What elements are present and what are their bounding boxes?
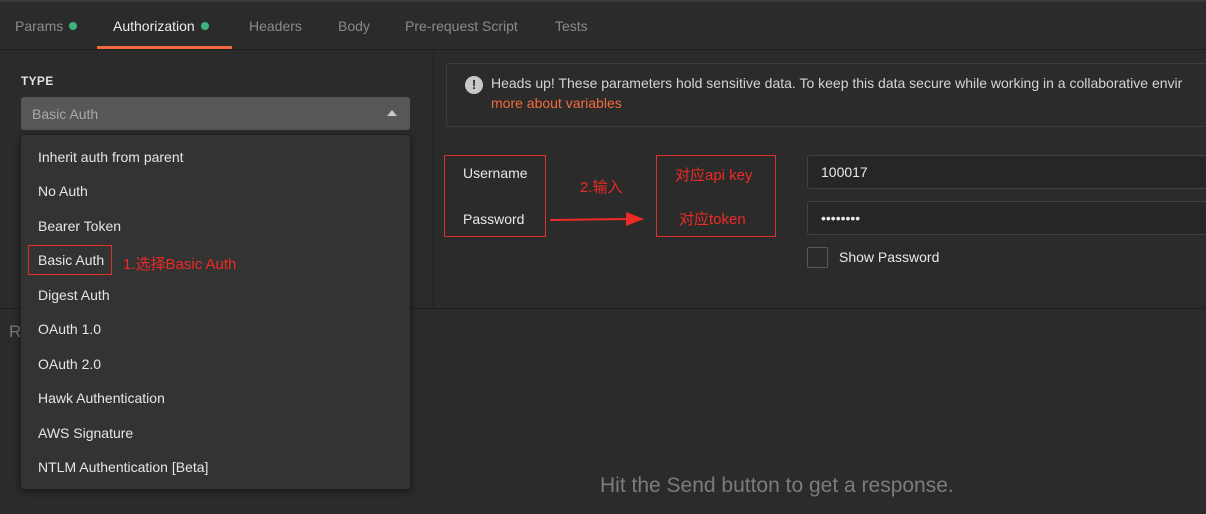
auth-option-digest-auth[interactable]: Digest Auth bbox=[38, 287, 110, 303]
step1-annotation: 1.选择Basic Auth bbox=[123, 256, 237, 273]
alert-message: Heads up! These parameters hold sensitiv… bbox=[491, 75, 1183, 91]
tab-tests-label: Tests bbox=[555, 18, 588, 34]
tab-bar-top-border bbox=[0, 0, 1206, 2]
send-hint: Hit the Send button to get a response. bbox=[600, 474, 954, 497]
auth-type-select[interactable]: Basic Auth bbox=[21, 97, 410, 130]
auth-option-oauth2[interactable]: OAuth 2.0 bbox=[38, 356, 101, 372]
tab-params[interactable]: Params bbox=[15, 18, 78, 42]
tab-authorization-label: Authorization bbox=[113, 18, 195, 34]
auth-option-hawk[interactable]: Hawk Authentication bbox=[38, 390, 165, 406]
authorization-status-dot bbox=[200, 22, 209, 30]
auth-option-inherit[interactable]: Inherit auth from parent bbox=[38, 149, 184, 165]
step2-annotation: 2.输入 bbox=[580, 179, 623, 196]
sensitive-data-alert: ! Heads up! These parameters hold sensit… bbox=[446, 63, 1206, 127]
credentials-mapping-box: 对应api key 对应token bbox=[656, 155, 776, 237]
password-input[interactable] bbox=[807, 201, 1206, 235]
credentials-labels-highlight bbox=[444, 155, 546, 237]
api-key-annotation: 对应api key bbox=[675, 167, 753, 184]
tab-authorization[interactable]: Authorization bbox=[113, 18, 209, 42]
active-tab-indicator bbox=[97, 46, 232, 49]
username-input[interactable] bbox=[807, 155, 1206, 189]
auth-option-aws-signature[interactable]: AWS Signature bbox=[38, 425, 133, 441]
response-label: R bbox=[9, 322, 22, 341]
auth-type-selected-value: Basic Auth bbox=[32, 106, 99, 122]
arrow-right-icon bbox=[549, 212, 644, 226]
show-password-label: Show Password bbox=[839, 249, 940, 265]
auth-option-bearer-token[interactable]: Bearer Token bbox=[38, 218, 121, 234]
basic-auth-highlight bbox=[28, 245, 112, 275]
params-status-dot bbox=[69, 22, 78, 30]
caret-up-icon bbox=[387, 110, 397, 116]
exclamation-icon: ! bbox=[465, 76, 483, 94]
auth-option-oauth1[interactable]: OAuth 1.0 bbox=[38, 321, 101, 337]
tab-pre-request-script[interactable]: Pre-request Script bbox=[405, 18, 518, 42]
variables-link[interactable]: more about variables bbox=[491, 95, 622, 111]
tab-body[interactable]: Body bbox=[338, 18, 370, 42]
auth-option-no-auth[interactable]: No Auth bbox=[38, 183, 88, 199]
auth-option-ntlm[interactable]: NTLM Authentication [Beta] bbox=[38, 459, 208, 475]
token-annotation: 对应token bbox=[679, 211, 746, 228]
tab-tests[interactable]: Tests bbox=[555, 18, 588, 42]
auth-type-dropdown: Inherit auth from parent No Auth Bearer … bbox=[21, 135, 410, 489]
tab-headers-label: Headers bbox=[249, 18, 302, 34]
show-password-checkbox[interactable] bbox=[807, 247, 828, 268]
tab-pre-request-script-label: Pre-request Script bbox=[405, 18, 518, 34]
tab-headers[interactable]: Headers bbox=[249, 18, 302, 42]
auth-type-label: TYPE bbox=[21, 74, 54, 88]
tab-params-label: Params bbox=[15, 18, 64, 34]
tab-body-label: Body bbox=[338, 18, 370, 34]
